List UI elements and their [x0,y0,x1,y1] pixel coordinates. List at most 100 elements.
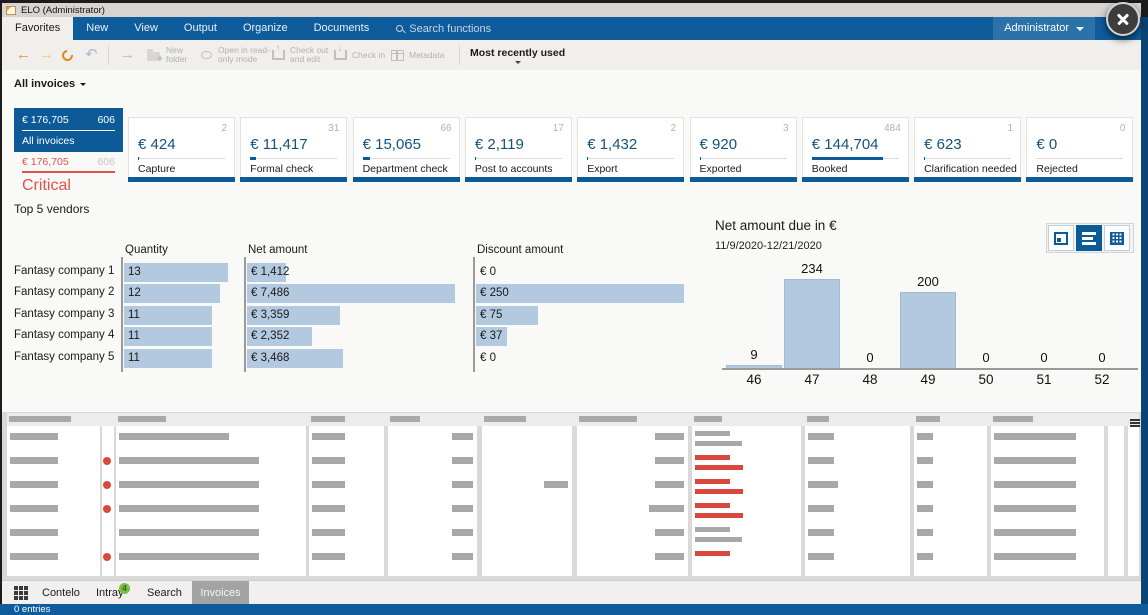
placeholder-bar [119,481,259,488]
card-capture[interactable]: 2€ 424Capture [128,117,235,182]
calendar-month-icon [1110,232,1124,245]
open-read-only-button[interactable] [201,40,212,70]
placeholder-bar [452,457,473,464]
card-clarification-needed[interactable]: 1€ 623Clarification needed [914,117,1021,182]
bar-value-label: 0 [958,350,1014,365]
new-folder-label: New folder [166,40,187,70]
chart-bar [726,365,782,368]
vendor-value: 11 [128,327,140,346]
vendor-value: € 3,468 [251,349,289,368]
chart-bar-group: 20049 [900,252,956,368]
placeholder-header-bar [9,416,71,422]
goto-button[interactable]: → [120,40,135,70]
card-formal-check[interactable]: 31€ 11,417Formal check [240,117,347,182]
check-in-button[interactable]: ↓ [334,40,347,70]
search-functions[interactable]: Search functions [396,17,491,40]
refresh-button[interactable] [62,40,73,70]
placeholder-bar [649,505,684,512]
total-label: All invoices [22,135,115,147]
ribbon-menu: Favorites New View Output Organize Docum… [2,17,1141,40]
column-header-quantity: Quantity [125,244,168,256]
bar-value-label: 234 [784,261,840,276]
calendar-day-icon [1054,232,1068,245]
card-exported[interactable]: 3€ 920Exported [690,117,797,182]
user-menu[interactable]: Administrator [993,17,1095,40]
vendor-value: € 7,486 [251,284,289,303]
vendor-value: € 75 [480,306,502,325]
placeholder-header-bar [916,416,940,422]
new-folder-icon [147,52,160,61]
total-amount: € 176,705 [22,114,69,126]
check-out-button[interactable]: ↑ [272,40,285,70]
tab-invoices[interactable]: Invoices [192,581,249,605]
month-view-button[interactable] [1104,225,1130,251]
placeholder-bar [119,433,229,440]
toolbar-divider [108,45,109,65]
placeholder-bar [452,481,473,488]
bar-value-label: 9 [726,347,782,362]
week-view-button[interactable] [1076,225,1102,251]
intray-badge: 4 [119,583,130,594]
placeholder-bar [994,553,1076,560]
tab-view[interactable]: View [121,17,171,40]
placeholder-bar [655,433,684,440]
column-menu-icon[interactable] [1130,419,1140,427]
calendar-week-icon [1082,232,1096,245]
placeholder-bar [119,457,259,464]
placeholder-bar [695,537,742,542]
workspace-tab-bar: Contelo Intray 4 Search Invoices [2,580,1141,604]
card-post-to-accounts[interactable]: 17€ 2,119Post to accounts [465,117,572,182]
forward-button[interactable]: → [39,40,54,70]
vendor-value: 11 [128,349,140,368]
tab-new[interactable]: New [73,17,121,40]
entries-count: 0 entries [14,604,50,615]
card-department-check[interactable]: 66€ 15,065Department check [353,117,460,182]
card-rejected[interactable]: 0€ 0Rejected [1026,117,1133,182]
tab-output[interactable]: Output [171,17,230,40]
placeholder-bar [994,433,1076,440]
metadata-label: Metadata [409,40,444,70]
card-critical[interactable]: € 176,705 606 Critical [14,156,123,190]
card-booked[interactable]: 484€ 144,704Booked [802,117,909,182]
placeholder-bar [808,553,834,560]
close-button[interactable] [1106,2,1140,36]
placeholder-header-bar [579,416,637,422]
x-tick-label: 51 [1016,372,1072,387]
placeholder-bar [544,481,568,488]
card-all-invoices[interactable]: € 176,705 606 All invoices [14,108,123,152]
placeholder-bar [695,465,743,470]
metadata-button[interactable] [391,40,404,70]
placeholder-bar [695,527,730,532]
chart-bar-group: 051 [1016,252,1072,368]
vendor-name: Fantasy company 5 [14,351,114,363]
undo-button[interactable]: ↶ [85,40,98,70]
vendor-value: 11 [128,306,140,325]
bar-value-label: 0 [1016,350,1072,365]
toolbar-divider [459,45,460,65]
tab-favorites[interactable]: Favorites [2,17,73,40]
vendor-value: € 0 [480,263,496,282]
invoice-filter-dropdown[interactable]: All invoices [14,78,86,90]
placeholder-bar [655,553,684,560]
day-view-button[interactable] [1048,225,1074,251]
tile-menu-icon[interactable] [14,586,28,600]
eye-icon [201,51,212,59]
tab-documents[interactable]: Documents [301,17,383,40]
tab-organize[interactable]: Organize [230,17,301,40]
chart-bar-group: 052 [1074,252,1130,368]
back-button[interactable]: ← [16,40,31,70]
placeholder-bar [808,529,834,536]
new-folder-button[interactable] [147,40,160,70]
tab-search[interactable]: Search [147,581,182,605]
most-recently-used-dropdown[interactable]: Most recently used [470,40,565,70]
check-in-icon: ↓ [334,50,347,60]
placeholder-bar [312,529,345,536]
user-name: Administrator [1004,17,1069,40]
tab-contelo[interactable]: Contelo [42,581,80,605]
bar-value-label: 200 [900,274,956,289]
results-list-placeholder [2,412,1141,580]
search-label: Search functions [409,23,491,35]
placeholder-bar [312,457,345,464]
card-export[interactable]: 2€ 1,432Export [577,117,684,182]
placeholder-bar [917,529,933,536]
